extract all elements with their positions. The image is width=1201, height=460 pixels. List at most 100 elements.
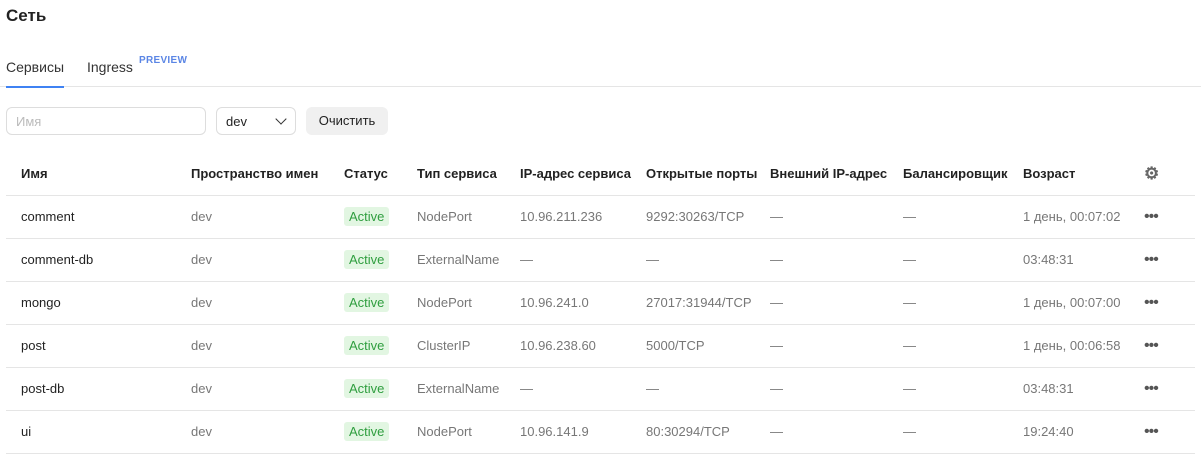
cell-status: Active [344,367,417,411]
cell-status: Active [344,238,417,282]
column-header-name[interactable]: Имя [6,153,191,196]
page-title: Сеть [6,6,47,25]
table-settings[interactable]: ⚙ [1144,153,1195,196]
cell-namespace: dev [191,238,344,282]
cell-age: 1 день, 00:07:02 [1023,195,1144,239]
cell-status: Active [344,195,417,239]
row-actions[interactable]: ••• [1144,195,1195,239]
column-header-external-ip[interactable]: Внешний IP-адрес [770,153,903,196]
column-header-age[interactable]: Возраст [1023,153,1144,196]
cell-name[interactable]: mongo [6,281,191,325]
cell-service-ip: — [520,367,646,411]
row-actions[interactable]: ••• [1144,410,1195,454]
table-row[interactable]: comment dev Active NodePort 10.96.211.236 929… [6,195,1195,239]
cell-name[interactable]: post [6,324,191,368]
cell-external-ip: — [770,281,903,325]
cell-status: Active [344,410,417,454]
cell-status: Active [344,324,417,368]
table-row[interactable]: comment-db dev Active ExternalName — — — —03:48… [6,238,1195,282]
more-icon[interactable]: ••• [1144,337,1159,354]
cell-name[interactable]: comment-db [6,238,191,282]
cell-external-ip: — [770,367,903,411]
cell-service-type: ClusterIP [417,324,520,368]
cell-namespace: dev [191,410,344,454]
cell-age: 1 день, 00:06:58 [1023,324,1144,368]
cell-service-type: NodePort [417,410,520,454]
cell-service-ip: — [520,238,646,282]
status-badge: Active [344,422,390,441]
cell-open-ports: — [646,238,770,282]
namespace-select[interactable]: dev [216,107,296,135]
table-row[interactable]: mongo dev Active NodePort 10.96.241.0 27017:3… [6,281,1195,325]
column-header-service-ip[interactable]: IP-адрес сервиса [520,153,646,196]
tab-services[interactable]: Сервисы [6,59,65,88]
cell-open-ports: 80:30294/TCP [646,410,770,454]
cell-age: 03:48:31 [1023,238,1144,282]
tab-ingress[interactable]: Ingress [87,59,133,75]
cell-external-ip: — [770,410,903,454]
status-badge: Active [344,293,390,312]
cell-service-ip: 10.96.238.60 [520,324,646,368]
cell-namespace: dev [191,195,344,239]
table-header: Имя Пространство имен Статус Тип сервиса IP-… [6,153,1195,196]
more-icon[interactable]: ••• [1144,380,1159,397]
more-icon[interactable]: ••• [1144,251,1159,268]
cell-service-type: NodePort [417,195,520,239]
row-actions[interactable]: ••• [1144,367,1195,411]
preview-badge: PREVIEW [139,55,188,66]
status-badge: Active [344,207,390,226]
cell-age: 1 день, 00:07:00 [1023,281,1144,325]
cell-service-ip: 10.96.141.9 [520,410,646,454]
cell-namespace: dev [191,281,344,325]
status-badge: Active [344,250,390,269]
more-icon[interactable]: ••• [1144,423,1159,440]
tabs: Сервисы Ingress PREVIEW [0,52,1201,88]
status-badge: Active [344,379,390,398]
row-actions[interactable]: ••• [1144,324,1195,368]
more-icon[interactable]: ••• [1144,294,1159,311]
column-header-open-ports[interactable]: Открытые порты [646,153,770,196]
row-actions[interactable]: ••• [1144,238,1195,282]
cell-service-type: ExternalName [417,238,520,282]
row-actions[interactable]: ••• [1144,281,1195,325]
cell-open-ports: — [646,367,770,411]
cell-service-ip: 10.96.241.0 [520,281,646,325]
cell-service-ip: 10.96.211.236 [520,195,646,239]
cell-external-ip: — [770,324,903,368]
cell-service-type: ExternalName [417,367,520,411]
namespace-value: dev [226,114,247,129]
cell-external-ip: — [770,195,903,239]
cell-name[interactable]: comment [6,195,191,239]
gear-icon[interactable]: ⚙ [1144,164,1159,183]
column-header-namespace[interactable]: Пространство имен [191,153,344,196]
cell-balancer: — [903,410,1023,454]
column-header-service-type[interactable]: Тип сервиса [417,153,520,196]
table-row[interactable]: ui dev Active NodePort 10.96.141.9 80:30294/T… [6,410,1195,454]
table-row[interactable]: post dev Active ClusterIP 10.96.238.60 5000/T… [6,324,1195,368]
name-filter-input[interactable]: Имя [6,107,206,135]
cell-balancer: — [903,367,1023,411]
cell-namespace: dev [191,367,344,411]
cell-namespace: dev [191,324,344,368]
cell-service-type: NodePort [417,281,520,325]
status-badge: Active [344,336,390,355]
cell-external-ip: — [770,238,903,282]
cell-open-ports: 9292:30263/TCP [646,195,770,239]
services-table: Имя Пространство имен Статус Тип сервиса IP-… [6,153,1195,454]
cell-balancer: — [903,238,1023,282]
cell-age: 03:48:31 [1023,367,1144,411]
cell-open-ports: 5000/TCP [646,324,770,368]
cell-balancer: — [903,195,1023,239]
more-icon[interactable]: ••• [1144,208,1159,225]
chevron-down-icon [275,113,287,125]
clear-button[interactable]: Очистить [306,107,388,135]
cell-age: 19:24:40 [1023,410,1144,454]
cell-status: Active [344,281,417,325]
cell-balancer: — [903,281,1023,325]
cell-name[interactable]: post-db [6,367,191,411]
table-row[interactable]: post-db dev Active ExternalName — — — —03:48:31… [6,367,1195,411]
column-header-balancer[interactable]: Балансировщик [903,153,1023,196]
cell-balancer: — [903,324,1023,368]
cell-name[interactable]: ui [6,410,191,454]
column-header-status[interactable]: Статус [344,153,417,196]
